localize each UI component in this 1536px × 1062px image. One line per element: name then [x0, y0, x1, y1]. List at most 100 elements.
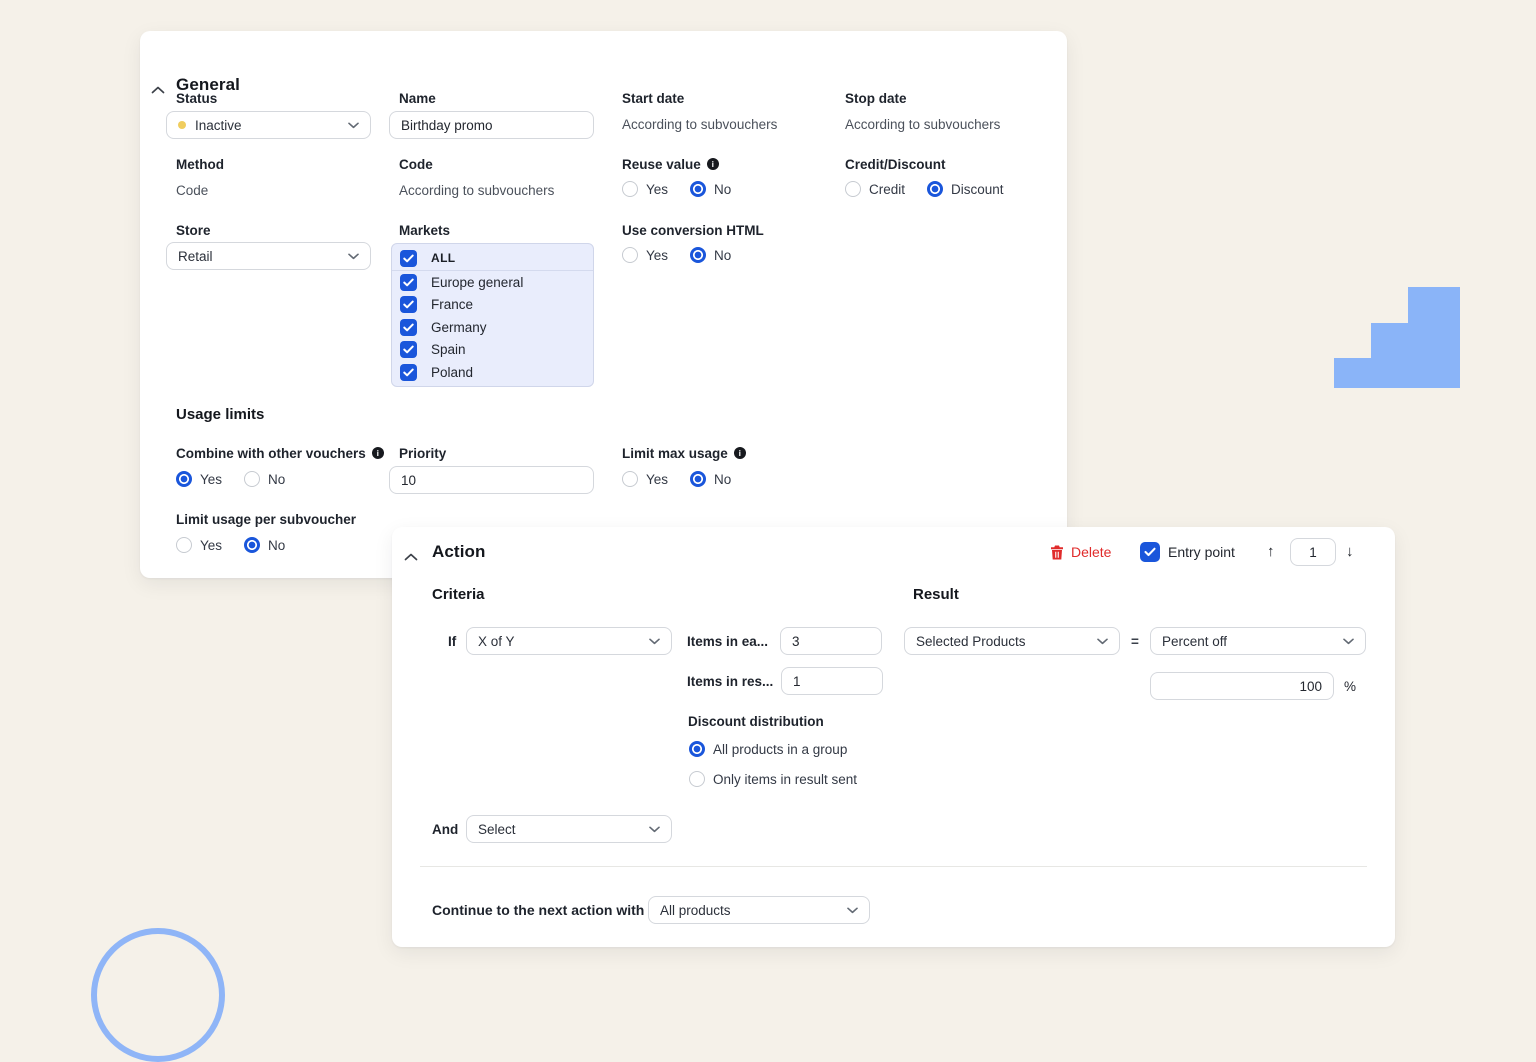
info-icon[interactable]: i — [372, 447, 384, 459]
radio-icon — [622, 247, 638, 263]
market-option[interactable]: Poland — [392, 361, 593, 384]
credit-radio[interactable]: Credit — [845, 181, 905, 197]
market-option[interactable]: Germany — [392, 316, 593, 339]
radio-icon — [689, 771, 705, 787]
limit-usage-yes-radio[interactable]: Yes — [176, 537, 222, 553]
chevron-down-icon — [1097, 638, 1108, 645]
and-label: And — [432, 822, 458, 837]
action-order-input[interactable] — [1290, 538, 1336, 566]
use-conversion-no-radio[interactable]: No — [690, 247, 731, 263]
limit-usage-no-radio[interactable]: No — [244, 537, 285, 553]
store-label: Store — [176, 223, 211, 238]
radio-icon — [244, 537, 260, 553]
checkbox-checked-icon — [400, 319, 417, 336]
move-up-icon[interactable]: ↑ — [1267, 544, 1275, 559]
move-down-icon[interactable]: ↓ — [1346, 544, 1354, 559]
limit-max-no-radio[interactable]: No — [690, 471, 731, 487]
market-option[interactable]: Europe general — [392, 271, 593, 294]
store-select[interactable]: Retail — [166, 242, 371, 270]
combine-yes-radio[interactable]: Yes — [176, 471, 222, 487]
distribution-all-products-radio[interactable]: All products in a group — [689, 741, 847, 757]
priority-input[interactable] — [389, 466, 594, 494]
entry-point-label: Entry point — [1168, 544, 1235, 560]
method-value: Code — [176, 183, 208, 198]
items-in-each-input[interactable] — [780, 627, 882, 655]
limit-max-usage-label: Limit max usagei — [622, 446, 746, 461]
entry-point-checkbox[interactable]: Entry point — [1140, 542, 1235, 562]
condition-select[interactable]: X of Y — [466, 627, 672, 655]
and-select[interactable]: Select — [466, 815, 672, 843]
info-icon[interactable]: i — [734, 447, 746, 459]
stop-date-label: Stop date — [845, 91, 907, 106]
code-label: Code — [399, 157, 433, 172]
delete-button[interactable]: Delete — [1050, 544, 1111, 560]
items-in-result-input[interactable] — [781, 667, 883, 695]
equals-sign: = — [1131, 634, 1139, 649]
chevron-down-icon — [1343, 638, 1354, 645]
and-select-value: Select — [478, 822, 516, 837]
criteria-title: Criteria — [432, 586, 485, 603]
status-select[interactable]: Inactive — [166, 111, 371, 139]
combine-vouchers-radio-group: Yes No — [176, 471, 285, 487]
reuse-value-no-radio[interactable]: No — [690, 181, 731, 197]
info-icon[interactable]: i — [707, 158, 719, 170]
section-divider — [420, 866, 1367, 867]
continue-select[interactable]: All products — [648, 896, 870, 924]
discount-radio[interactable]: Discount — [927, 181, 1004, 197]
name-label: Name — [399, 91, 436, 106]
limit-max-usage-radio-group: Yes No — [622, 471, 731, 487]
radio-icon — [176, 537, 192, 553]
radio-icon — [927, 181, 943, 197]
continue-label: Continue to the next action with — [432, 902, 644, 918]
limit-max-yes-radio[interactable]: Yes — [622, 471, 668, 487]
items-in-each-label: Items in ea... — [687, 634, 768, 649]
radio-icon — [622, 181, 638, 197]
action-title: Action — [432, 542, 485, 562]
market-option[interactable]: Spain — [392, 339, 593, 362]
priority-label: Priority — [399, 446, 446, 461]
name-input[interactable] — [389, 111, 594, 139]
status-label: Status — [176, 91, 217, 106]
market-option[interactable]: France — [392, 294, 593, 317]
chevron-down-icon — [348, 253, 359, 260]
distribution-only-items-radio[interactable]: Only items in result sent — [689, 771, 857, 787]
checkbox-checked-icon — [400, 341, 417, 358]
trash-icon — [1050, 545, 1064, 560]
radio-icon — [690, 181, 706, 197]
if-label: If — [448, 634, 456, 649]
condition-value: X of Y — [478, 634, 515, 649]
reuse-value-radio-group: Yes No — [622, 181, 731, 197]
limit-usage-per-subvoucher-radio-group: Yes No — [176, 537, 285, 553]
use-conversion-html-radio-group: Yes No — [622, 247, 731, 263]
general-panel: General Status Name Start date Stop date… — [140, 31, 1067, 578]
radio-icon — [689, 741, 705, 757]
collapse-general-icon[interactable] — [151, 81, 165, 99]
checkbox-checked-icon — [400, 364, 417, 381]
staircase-decoration — [1334, 287, 1460, 388]
radio-icon — [244, 471, 260, 487]
usage-limits-title: Usage limits — [176, 406, 264, 423]
market-option-all[interactable]: ALL — [392, 246, 593, 271]
circle-decoration — [91, 928, 225, 1062]
collapse-action-icon[interactable] — [404, 548, 418, 566]
discount-distribution-label: Discount distribution — [688, 714, 824, 729]
checkbox-checked-icon — [400, 250, 417, 267]
result-value-input[interactable] — [1150, 672, 1334, 700]
markets-label: Markets — [399, 223, 450, 238]
checkbox-checked-icon — [400, 274, 417, 291]
status-value: Inactive — [195, 118, 242, 133]
use-conversion-html-label: Use conversion HTML — [622, 223, 764, 238]
reuse-value-yes-radio[interactable]: Yes — [622, 181, 668, 197]
combine-no-radio[interactable]: No — [244, 471, 285, 487]
checkbox-checked-icon — [1140, 542, 1160, 562]
result-target-select[interactable]: Selected Products — [904, 627, 1120, 655]
result-type-select[interactable]: Percent off — [1150, 627, 1366, 655]
radio-icon — [622, 471, 638, 487]
radio-icon — [845, 181, 861, 197]
start-date-label: Start date — [622, 91, 684, 106]
radio-icon — [690, 471, 706, 487]
use-conversion-yes-radio[interactable]: Yes — [622, 247, 668, 263]
code-value: According to subvouchers — [399, 183, 554, 198]
result-target-value: Selected Products — [916, 634, 1026, 649]
action-panel: Action Delete Entry point ↑ ↓ Criteria R… — [392, 527, 1395, 947]
